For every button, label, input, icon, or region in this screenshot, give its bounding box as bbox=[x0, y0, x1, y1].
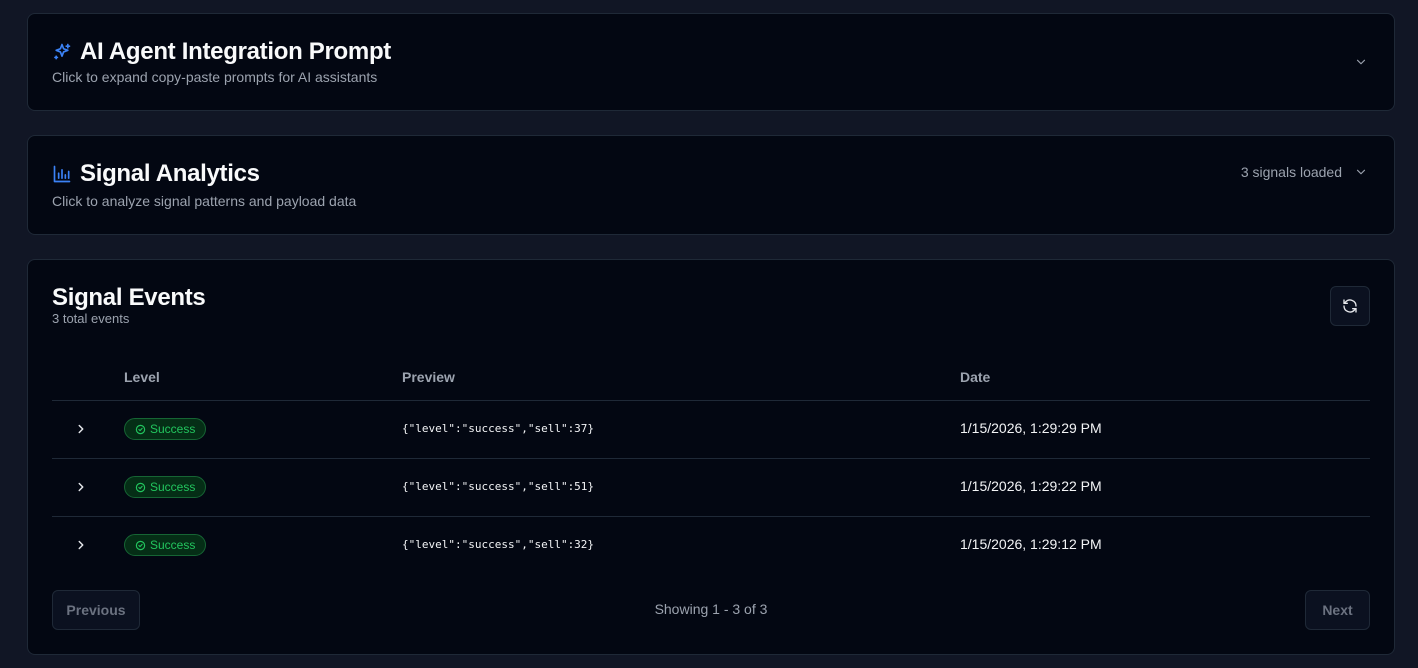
chevron-right-icon[interactable] bbox=[74, 480, 88, 494]
table-header: Level Preview Date bbox=[52, 356, 1370, 401]
table-row[interactable]: Success {"level":"success","sell":51} 1/… bbox=[52, 459, 1370, 517]
column-header-level: Level bbox=[124, 369, 160, 385]
status-badge-label: Success bbox=[150, 422, 196, 436]
status-badge-label: Success bbox=[150, 538, 196, 552]
signal-analytics-card[interactable]: Signal Analytics Click to analyze signal… bbox=[27, 135, 1395, 235]
check-circle-icon bbox=[135, 424, 146, 434]
events-table: Level Preview Date Success {"level":"suc… bbox=[52, 356, 1370, 575]
total-events-count: 3 total events bbox=[52, 311, 130, 326]
check-circle-icon bbox=[135, 482, 146, 492]
payload-preview: {"level":"success","sell":37} bbox=[402, 422, 595, 435]
bar-chart-icon bbox=[52, 164, 72, 184]
signal-events-card: Signal Events 3 total events Level Previ… bbox=[27, 259, 1395, 655]
payload-preview: {"level":"success","sell":51} bbox=[402, 480, 595, 493]
status-badge: Success bbox=[124, 534, 207, 556]
event-date: 1/15/2026, 1:29:29 PM bbox=[960, 420, 1102, 436]
pagination: Previous Showing 1 - 3 of 3 Next bbox=[52, 590, 1370, 630]
ai-prompt-subtitle: Click to expand copy-paste prompts for A… bbox=[52, 69, 378, 85]
ai-prompt-title: AI Agent Integration Prompt bbox=[80, 38, 392, 65]
signal-analytics-header: Signal Analytics bbox=[52, 160, 260, 188]
payload-preview: {"level":"success","sell":32} bbox=[402, 538, 595, 551]
signals-loaded-status: 3 signals loaded bbox=[1240, 164, 1342, 180]
chevron-right-icon[interactable] bbox=[74, 538, 88, 552]
column-header-date: Date bbox=[960, 369, 991, 385]
sparkles-icon bbox=[52, 42, 72, 62]
column-header-preview: Preview bbox=[402, 369, 455, 385]
chevron-down-icon[interactable] bbox=[1354, 165, 1368, 179]
ai-prompt-card[interactable]: AI Agent Integration Prompt Click to exp… bbox=[27, 13, 1395, 111]
signal-events-title: Signal Events bbox=[52, 284, 206, 311]
chevron-down-icon[interactable] bbox=[1354, 55, 1368, 69]
event-date: 1/15/2026, 1:29:22 PM bbox=[960, 478, 1102, 494]
next-button[interactable]: Next bbox=[1305, 590, 1370, 630]
signal-analytics-title: Signal Analytics bbox=[80, 160, 260, 187]
chevron-right-icon[interactable] bbox=[74, 422, 88, 436]
pagination-status: Showing 1 - 3 of 3 bbox=[654, 601, 768, 617]
status-badge: Success bbox=[124, 418, 207, 440]
ai-prompt-header: AI Agent Integration Prompt bbox=[52, 38, 391, 66]
signal-analytics-subtitle: Click to analyze signal patterns and pay… bbox=[52, 193, 357, 209]
status-badge: Success bbox=[124, 476, 207, 498]
table-row[interactable]: Success {"level":"success","sell":37} 1/… bbox=[52, 401, 1370, 459]
previous-button[interactable]: Previous bbox=[52, 590, 140, 630]
status-badge-label: Success bbox=[150, 480, 196, 494]
event-date: 1/15/2026, 1:29:12 PM bbox=[960, 536, 1102, 552]
refresh-button[interactable] bbox=[1330, 286, 1370, 326]
table-row[interactable]: Success {"level":"success","sell":32} 1/… bbox=[52, 517, 1370, 575]
refresh-icon bbox=[1343, 299, 1357, 313]
check-circle-icon bbox=[135, 540, 146, 550]
